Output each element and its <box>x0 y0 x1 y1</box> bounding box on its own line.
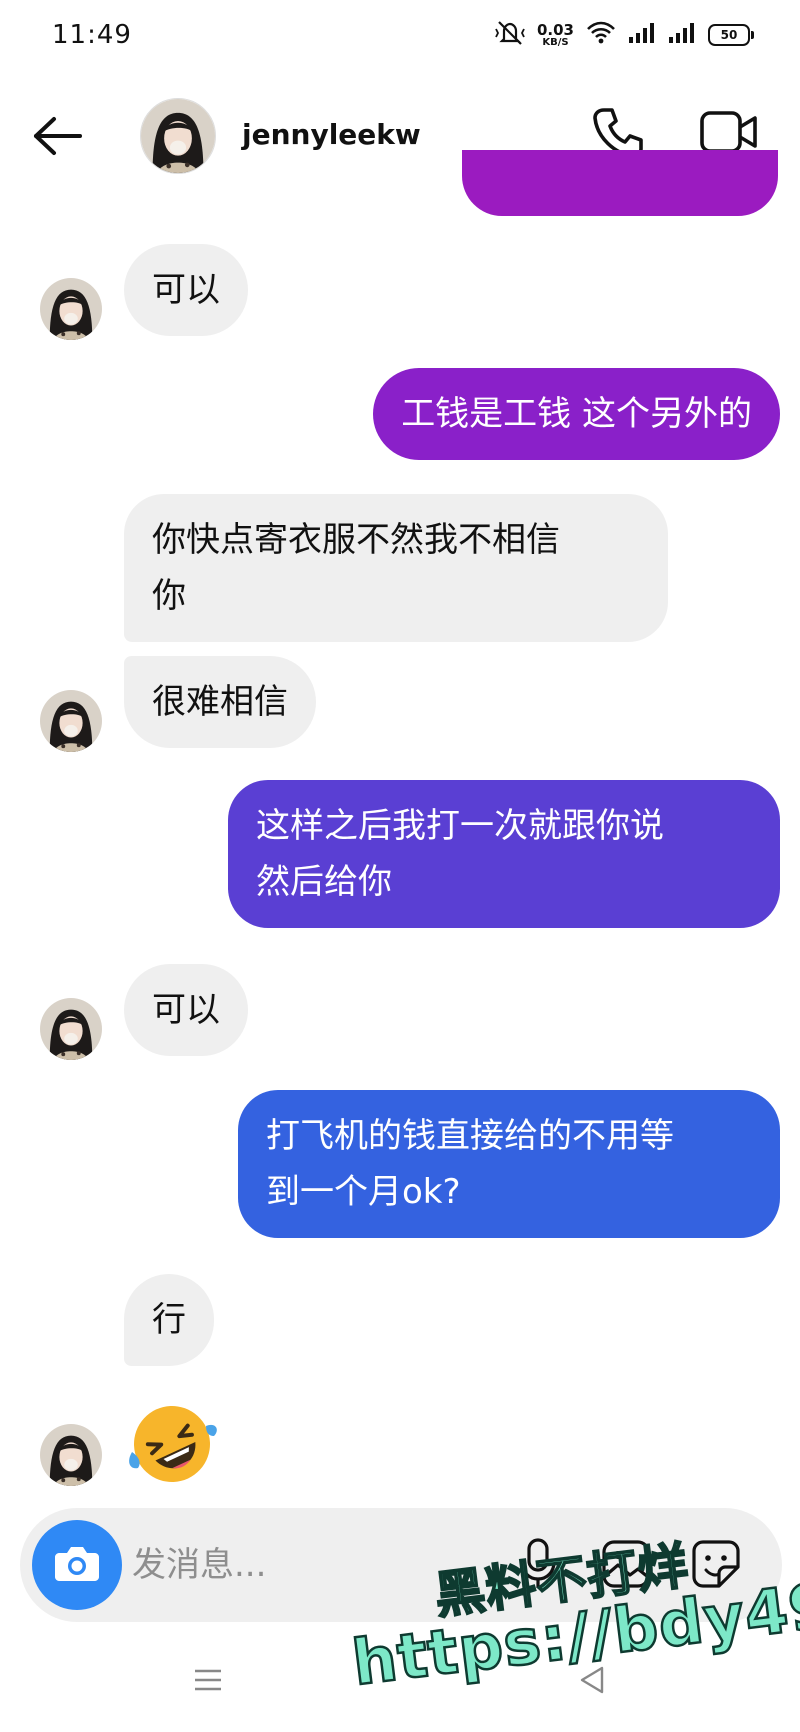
message-text-line: 这样之后我打一次就跟你说 <box>256 806 664 846</box>
net-speed-unit: KB/S <box>542 36 569 48</box>
status-icons: 0.03 KB/S 50 <box>495 18 754 52</box>
signal-icon <box>628 21 656 49</box>
sticker-button[interactable] <box>686 1536 746 1596</box>
battery-icon: 50 <box>708 24 754 46</box>
mute-bell-icon <box>495 20 525 50</box>
image-icon <box>601 1539 651 1593</box>
emoji-message[interactable] <box>124 1396 220 1492</box>
message-text: 很难相信 <box>152 682 288 722</box>
voice-message-button[interactable] <box>510 1536 566 1596</box>
back-button[interactable] <box>30 110 86 166</box>
message-text-line: 然后给你 <box>256 862 392 902</box>
message-bubble-outgoing[interactable]: 工钱是工钱 这个另外的 <box>373 368 780 460</box>
wifi-icon <box>586 20 616 50</box>
message-text-line: 到一个月ok? <box>266 1172 461 1212</box>
rolling-laughing-emoji-icon <box>124 1406 220 1496</box>
message-bubble-incoming[interactable]: 你快点寄衣服不然我不相信 你 <box>124 494 668 642</box>
sender-avatar[interactable] <box>40 690 102 752</box>
sender-avatar[interactable] <box>40 278 102 340</box>
status-bar: 11:49 0.03 KB/S 50 <box>0 0 800 72</box>
message-composer <box>20 1508 782 1622</box>
message-text-line: 你 <box>152 576 186 616</box>
message-text: 工钱是工钱 这个另外的 <box>401 394 752 434</box>
message-bubble-incoming[interactable]: 行 <box>124 1274 214 1366</box>
message-bubble-incoming[interactable]: 很难相信 <box>124 656 316 748</box>
net-speed-value: 0.03 <box>536 20 574 39</box>
message-text: 可以 <box>152 990 220 1030</box>
message-text-line: 打飞机的钱直接给的不用等 <box>266 1116 674 1156</box>
message-bubble-partial <box>462 150 778 216</box>
sticker-icon <box>691 1539 741 1593</box>
message-text-line: 你快点寄衣服不然我不相信 <box>152 520 560 560</box>
net-speed: 0.03 KB/S <box>536 20 574 48</box>
nav-menu-button[interactable] <box>184 1660 232 1704</box>
system-nav-bar <box>0 1630 800 1732</box>
status-time: 11:49 <box>52 20 132 50</box>
message-bubble-incoming[interactable]: 可以 <box>124 244 248 336</box>
chat-username[interactable]: jennyleekw <box>242 118 421 151</box>
menu-icon <box>193 1667 223 1697</box>
sender-avatar[interactable] <box>40 1424 102 1486</box>
message-bubble-incoming[interactable]: 可以 <box>124 964 248 1056</box>
message-bubble-outgoing[interactable]: 这样之后我打一次就跟你说 然后给你 <box>228 780 780 928</box>
sender-avatar[interactable] <box>40 998 102 1060</box>
nav-back-button[interactable] <box>568 1660 616 1704</box>
gallery-button[interactable] <box>596 1536 656 1596</box>
triangle-back-icon <box>578 1665 606 1699</box>
message-bubble-outgoing[interactable]: 打飞机的钱直接给的不用等 到一个月ok? <box>238 1090 780 1238</box>
signal-icon <box>668 21 696 49</box>
camera-icon <box>53 1543 101 1587</box>
microphone-icon <box>518 1538 558 1594</box>
arrow-left-icon <box>32 116 84 160</box>
header-avatar[interactable] <box>140 98 216 174</box>
message-input[interactable] <box>132 1536 432 1594</box>
message-text: 可以 <box>152 270 220 310</box>
message-text: 行 <box>152 1300 186 1340</box>
battery-level: 50 <box>720 28 738 42</box>
camera-button[interactable] <box>32 1520 122 1610</box>
